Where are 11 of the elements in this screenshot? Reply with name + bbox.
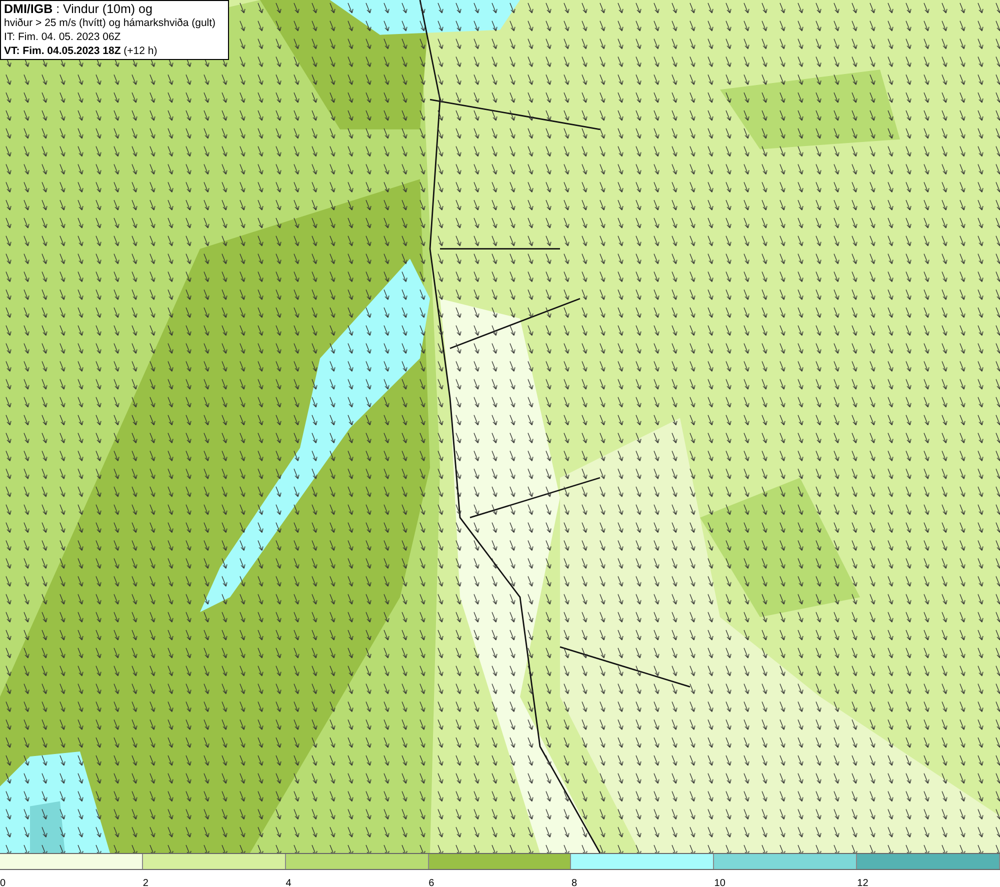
scale-label: 8 — [571, 878, 577, 887]
scale-label: 10 — [714, 878, 726, 887]
scale-label: 2 — [142, 878, 148, 887]
legend-text: DMI/IGB : Vindur (10m) og — [4, 2, 154, 16]
scale-label: 4 — [286, 878, 292, 887]
legend-text: VT: Fim. 04.05.2023 18Z (+12 h) — [4, 44, 158, 58]
legend-text: hviður > 25 m/s (hvítt) og hámarkshviða (gult) — [4, 16, 217, 30]
scale-label: 12 — [857, 878, 868, 887]
legend-text: IT: Fim. 04. 05. 2023 06Z — [4, 30, 122, 44]
scale-label: 0 — [0, 878, 6, 887]
scale-label: 6 — [428, 878, 434, 887]
